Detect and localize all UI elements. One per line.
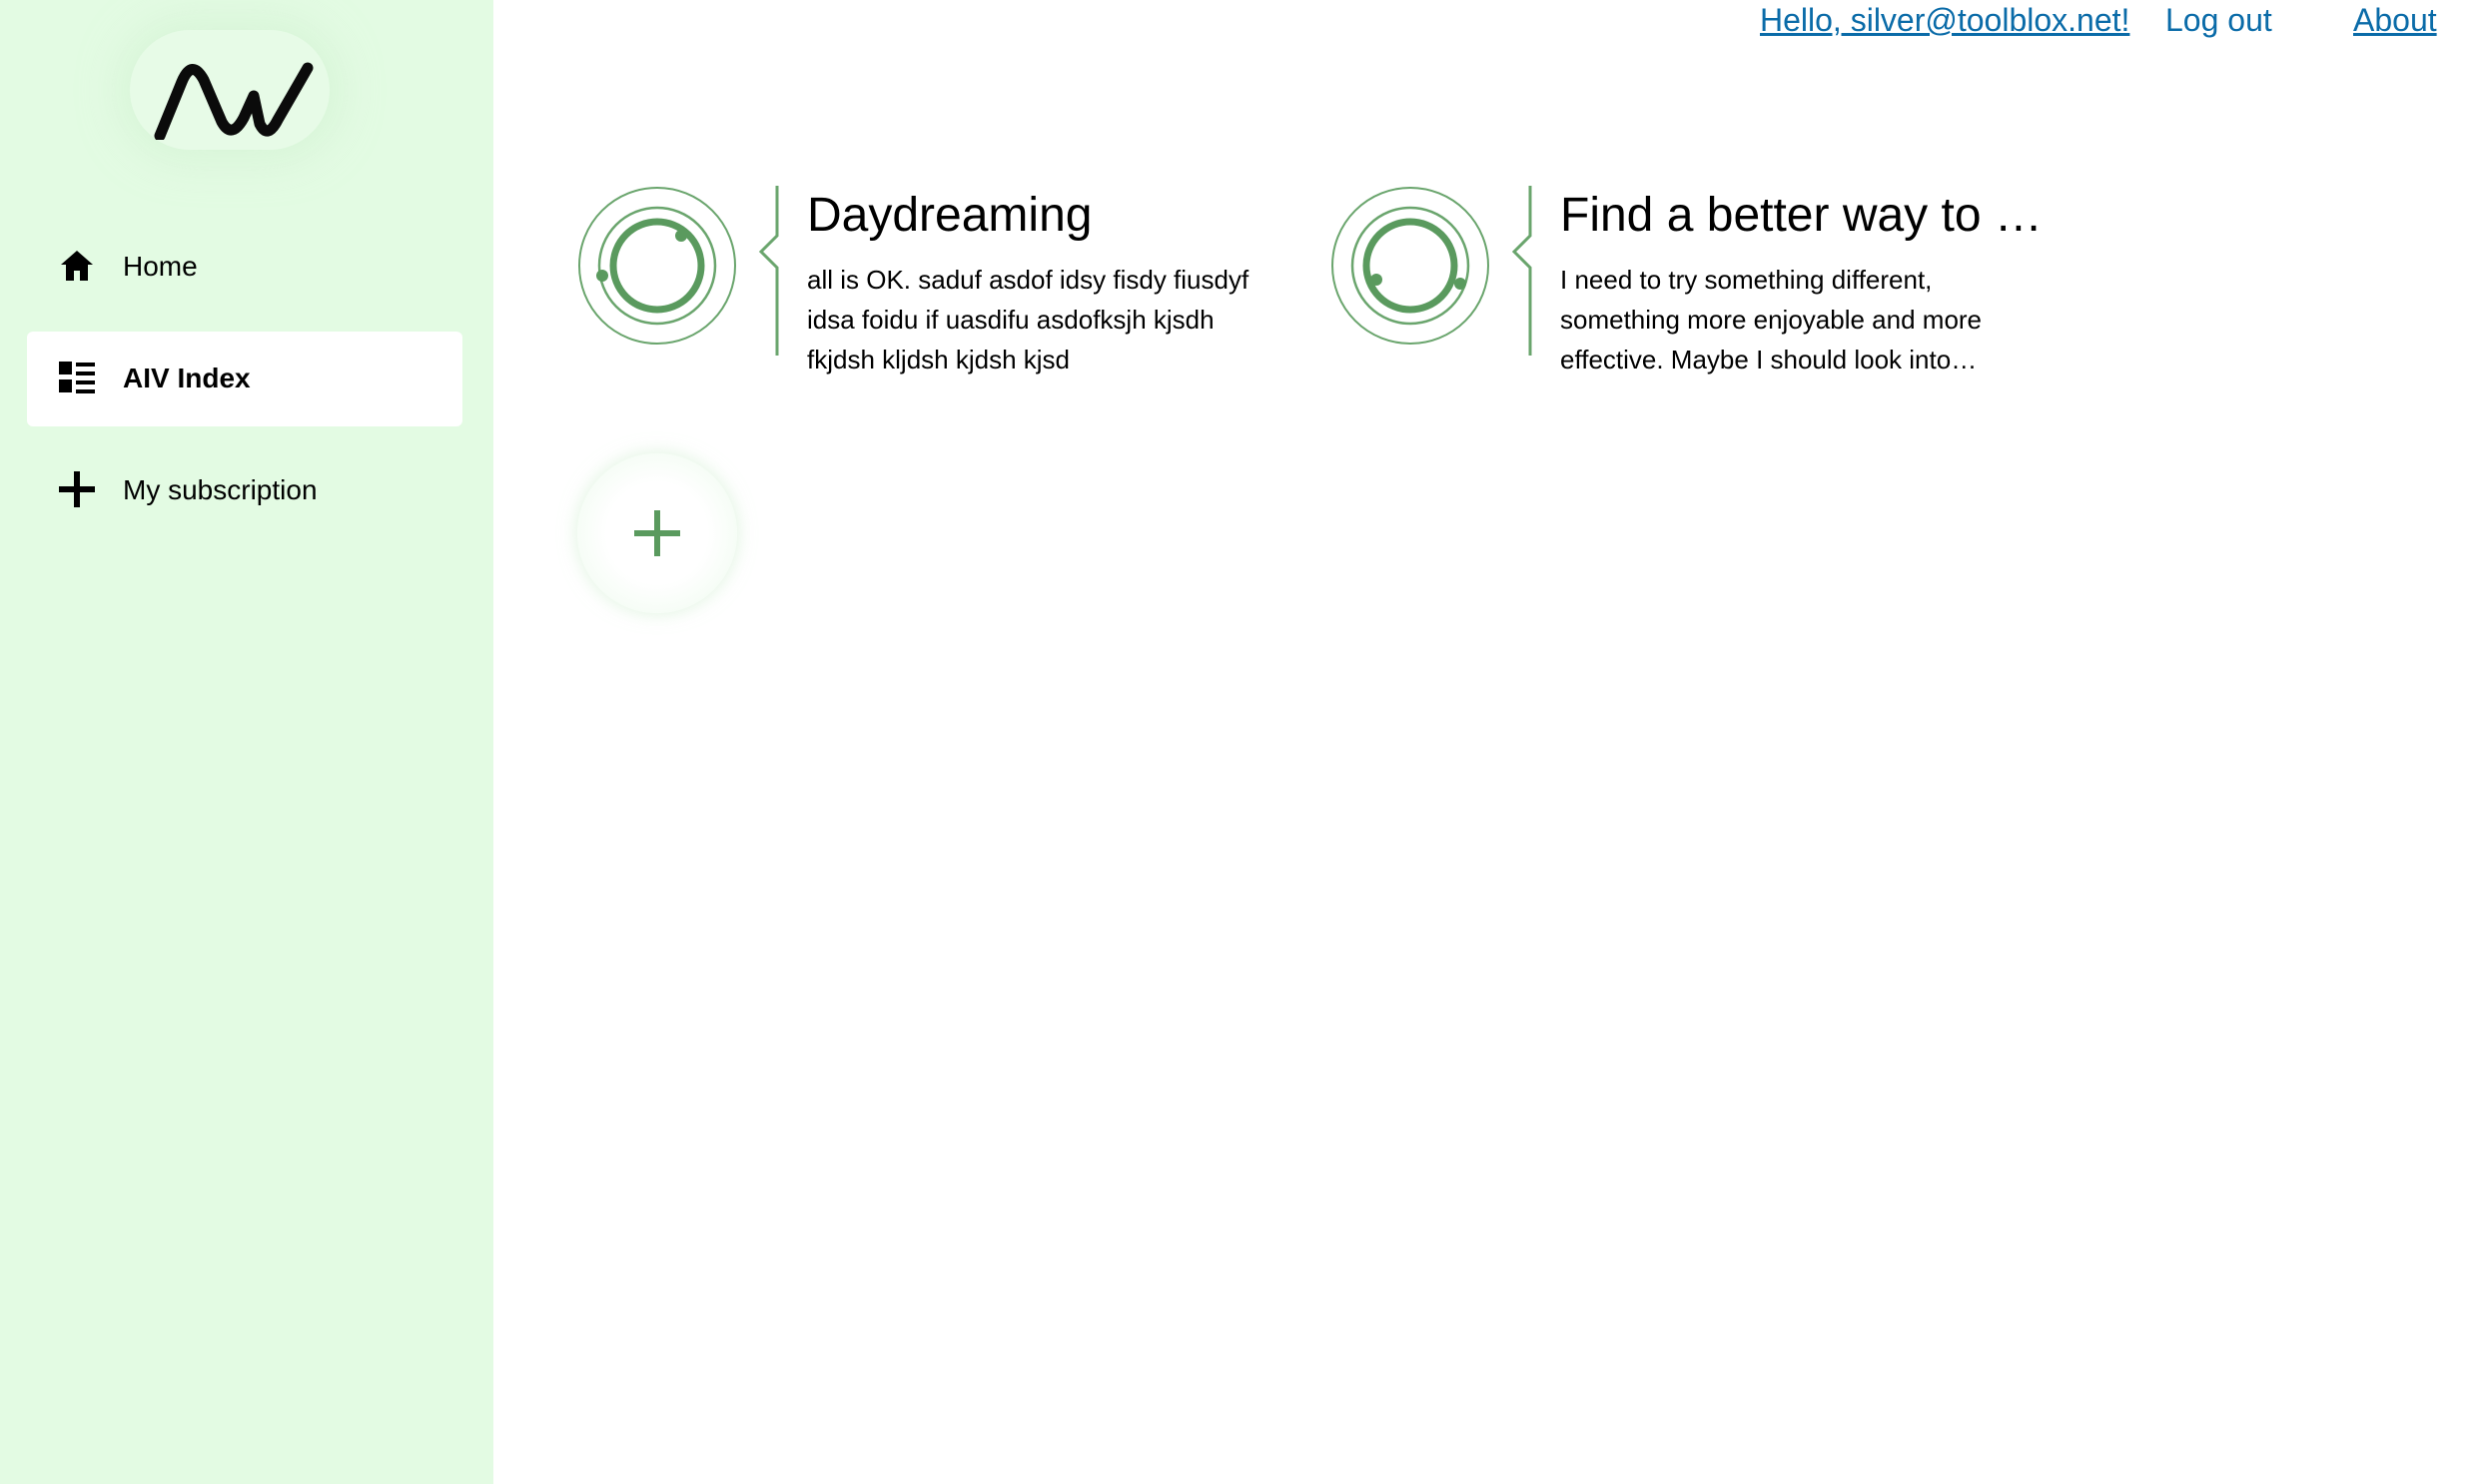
dashboard-list-icon (57, 358, 97, 397)
card-title: Daydreaming (807, 189, 1093, 242)
add-index-button[interactable] (577, 453, 737, 613)
card-description: all is OK. saduf asdof idsy fisdy fiusdy… (807, 265, 1249, 374)
logo[interactable] (130, 30, 330, 150)
plus-icon (57, 469, 97, 509)
sidebar-item-home[interactable]: Home (27, 220, 462, 315)
sidebar-nav: Home AIV Index My subscription (27, 220, 462, 555)
home-icon (57, 246, 97, 286)
speech-bracket (757, 186, 781, 361)
index-card[interactable]: Daydreaming all is OK. saduf asdof idsy … (577, 186, 1296, 385)
card-description: I need to try something different, somet… (1560, 265, 1983, 374)
orbit-icon (577, 186, 737, 346)
sidebar-item-label: My subscription (123, 474, 318, 505)
sidebar-item-label: Home (123, 251, 198, 282)
app-root: Home AIV Index My subscription Hello, si… (0, 0, 2485, 1484)
sidebar-item-aiv-index[interactable]: AIV Index (27, 332, 462, 426)
sidebar: Home AIV Index My subscription (0, 0, 493, 1484)
sidebar-item-label: AIV Index (123, 363, 251, 393)
user-greeting-link[interactable]: Hello, silver@toolblox.net! (1760, 0, 2129, 40)
sidebar-item-my-subscription[interactable]: My subscription (27, 443, 462, 538)
orbit-icon (1330, 186, 1490, 346)
aiv-logo-icon (154, 62, 314, 140)
card-title: Find a better way to … (1560, 189, 2043, 242)
logout-link[interactable]: Log out (2165, 0, 2272, 40)
index-card[interactable]: Find a better way to … I need to try som… (1330, 186, 2050, 385)
speech-bracket (1510, 186, 1534, 361)
plus-icon (634, 510, 680, 556)
about-link[interactable]: About (2353, 0, 2437, 40)
